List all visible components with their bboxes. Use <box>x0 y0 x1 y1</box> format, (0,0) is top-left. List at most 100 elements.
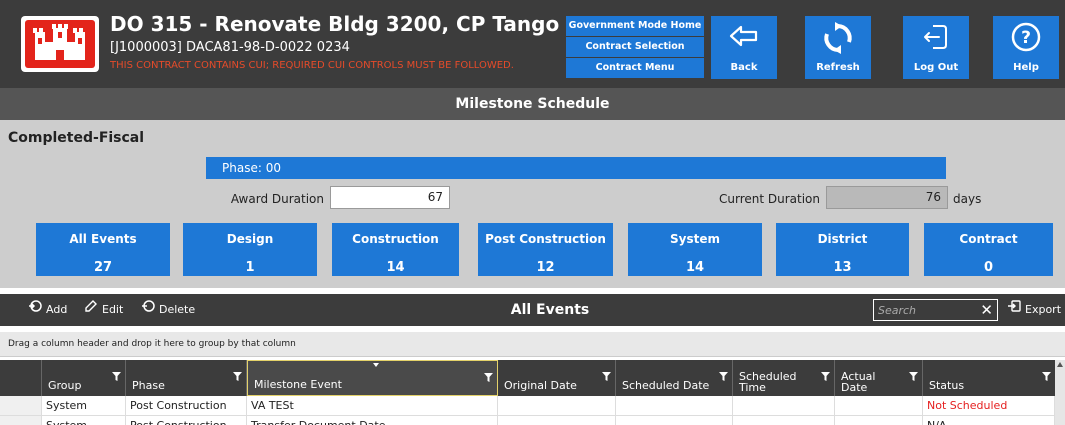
category-name: Post Construction <box>485 232 606 246</box>
edit-icon <box>84 294 98 326</box>
filter-icon[interactable] <box>1042 372 1051 381</box>
filter-icon[interactable] <box>484 373 493 382</box>
refresh-button[interactable]: Refresh <box>805 16 871 79</box>
category-name: District <box>817 232 868 246</box>
logout-button[interactable]: Log Out <box>903 16 969 79</box>
grid-header: Group Phase Milestone Event Original Dat… <box>0 360 1055 396</box>
add-icon <box>28 294 42 326</box>
edit-button[interactable]: Edit <box>84 294 123 326</box>
award-duration-field[interactable]: 67 <box>330 186 450 209</box>
current-duration-field: 76 <box>826 186 948 209</box>
cell-status: Not Scheduled <box>923 396 1055 416</box>
search-box: ✕ <box>873 299 998 321</box>
milestone-summary-panel: Completed-Fiscal Phase: 00 Award Duratio… <box>0 120 1065 288</box>
cell-milestone-event: Transfer Document Date <box>247 416 498 425</box>
table-row[interactable]: System Post Construction VA TESt Not Sch… <box>0 396 1055 416</box>
events-title: All Events <box>510 302 590 318</box>
scroll-up-icon[interactable] <box>1057 362 1063 367</box>
help-label: Help <box>1013 62 1039 73</box>
cell-status: N/A <box>923 416 1055 425</box>
category-name: Design <box>226 232 274 246</box>
row-selector[interactable] <box>0 416 42 425</box>
clear-search-icon[interactable]: ✕ <box>980 300 993 320</box>
category-system[interactable]: System 14 <box>628 223 762 276</box>
delete-button[interactable]: Delete <box>141 294 195 326</box>
category-contract[interactable]: Contract 0 <box>924 223 1053 276</box>
column-header-label: Actual Date <box>841 370 876 394</box>
back-label: Back <box>730 62 758 73</box>
refresh-label: Refresh <box>816 62 860 73</box>
column-header-label: Milestone Event <box>254 378 342 391</box>
cell-phase: Post Construction <box>126 396 247 416</box>
column-header-group[interactable]: Group <box>42 360 126 396</box>
category-count: 0 <box>983 260 994 275</box>
category-count: 13 <box>833 260 852 275</box>
contract-menu-link[interactable]: Contract Menu <box>566 58 704 78</box>
search-input[interactable] <box>878 302 974 318</box>
category-name: Contract <box>959 232 1018 246</box>
filter-icon[interactable] <box>233 372 242 381</box>
column-header-label: Status <box>929 379 965 392</box>
row-selector-header <box>0 360 42 396</box>
svg-text:?: ? <box>1021 28 1031 48</box>
cell-actual-date <box>835 416 923 425</box>
category-name: Construction <box>352 232 439 246</box>
category-count: 27 <box>93 260 113 275</box>
award-duration-label: Award Duration <box>230 192 324 206</box>
category-construction[interactable]: Construction 14 <box>332 223 459 276</box>
government-mode-home-link[interactable]: Government Mode Home <box>566 16 704 36</box>
cell-scheduled-date <box>616 416 733 425</box>
table-row[interactable]: System Post Construction Transfer Docume… <box>0 416 1055 425</box>
edit-label: Edit <box>102 303 124 316</box>
contract-title: DO 315 - Renovate Bldg 3200, CP Tango <box>110 12 560 36</box>
logout-label: Log Out <box>913 62 959 73</box>
group-by-drop-area[interactable]: Drag a column header and drop it here to… <box>0 332 1065 357</box>
help-button[interactable]: ? Help <box>993 16 1059 79</box>
column-header-original-date[interactable]: Original Date <box>498 360 616 396</box>
cell-milestone-event: VA TESt <box>247 396 498 416</box>
column-header-actual-date[interactable]: Actual Date <box>835 360 923 396</box>
column-header-phase[interactable]: Phase <box>126 360 247 396</box>
add-button[interactable]: Add <box>28 294 67 326</box>
export-label: Export <box>1025 303 1062 316</box>
column-header-label: Group <box>48 379 82 392</box>
cell-original-date <box>498 396 616 416</box>
sort-indicator-icon <box>372 363 379 367</box>
row-selector[interactable] <box>0 396 42 416</box>
nav-links: Government Mode Home Contract Selection … <box>566 16 704 79</box>
filter-icon[interactable] <box>909 372 918 381</box>
column-header-milestone-event[interactable]: Milestone Event <box>247 360 498 396</box>
events-toolbar: Add Edit Delete All Events ✕ Export <box>0 294 1065 326</box>
vertical-scrollbar[interactable] <box>1055 360 1065 425</box>
help-icon: ? <box>993 22 1059 54</box>
cell-actual-date <box>835 396 923 416</box>
column-header-status[interactable]: Status <box>923 360 1055 396</box>
column-header-scheduled-date[interactable]: Scheduled Date <box>616 360 733 396</box>
column-header-scheduled-time[interactable]: Scheduled Time <box>733 360 835 396</box>
column-header-label: Phase <box>132 379 165 392</box>
category-post-construction[interactable]: Post Construction 12 <box>478 223 613 276</box>
filter-icon[interactable] <box>112 372 121 381</box>
filter-icon[interactable] <box>821 372 830 381</box>
days-unit: days <box>953 192 982 206</box>
category-all-events[interactable]: All Events 27 <box>36 223 170 276</box>
category-district[interactable]: District 13 <box>776 223 909 276</box>
delete-icon <box>141 294 155 326</box>
column-header-label: Scheduled Date <box>622 379 710 392</box>
phase-bar: Phase: 00 <box>206 157 946 179</box>
logout-icon <box>903 22 969 54</box>
back-button[interactable]: Back <box>711 16 777 79</box>
filter-icon[interactable] <box>602 372 611 381</box>
category-design[interactable]: Design 1 <box>183 223 317 276</box>
export-icon <box>1007 294 1021 326</box>
export-button[interactable]: Export <box>1007 294 1061 326</box>
filter-icon[interactable] <box>719 372 728 381</box>
refresh-icon <box>805 22 871 54</box>
category-name: All Events <box>69 232 137 246</box>
cui-notice: THIS CONTRACT CONTAINS CUI; REQUIRED CUI… <box>110 60 514 71</box>
category-count: 14 <box>685 260 705 275</box>
current-duration-label: Current Duration <box>718 192 820 206</box>
cell-phase: Post Construction <box>126 416 247 425</box>
cell-group: System <box>42 396 126 416</box>
contract-selection-link[interactable]: Contract Selection <box>566 37 704 57</box>
